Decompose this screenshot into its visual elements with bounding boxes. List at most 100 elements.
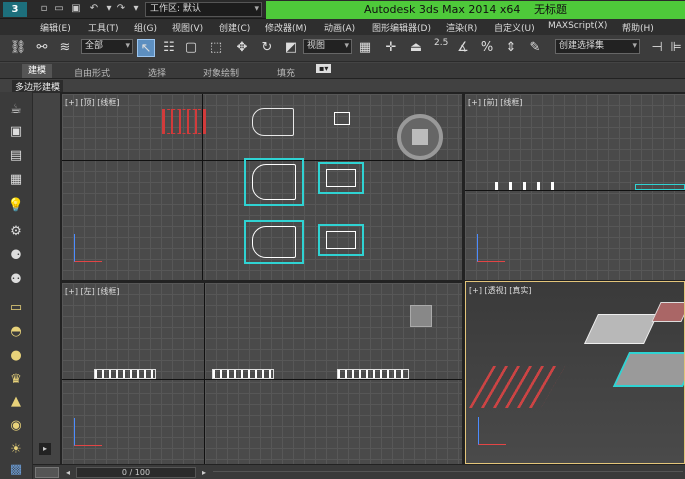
redo-icon[interactable]: ↷ xyxy=(115,3,127,15)
small-box-object[interactable] xyxy=(334,112,350,125)
render-setup-icon[interactable]: ⚈ xyxy=(7,248,25,264)
snap-value[interactable]: 2.5 xyxy=(434,38,448,48)
torus-primitive-icon[interactable]: ◉ xyxy=(7,418,25,434)
edit-named-selection-icon[interactable]: ✎ xyxy=(526,39,544,57)
next-frame-icon[interactable]: ▸ xyxy=(199,467,209,478)
camera-icon[interactable]: ⚙ xyxy=(7,224,25,240)
teapot-icon[interactable]: ☕ xyxy=(7,102,25,118)
floor-plan-object[interactable] xyxy=(252,108,294,136)
tab-selection[interactable]: 选择 xyxy=(148,66,166,79)
viewcube-icon[interactable] xyxy=(397,114,443,160)
menu-tools[interactable]: 工具(T) xyxy=(88,21,119,34)
columns-object[interactable] xyxy=(495,182,565,190)
cone-primitive-icon[interactable]: ▲ xyxy=(7,394,25,410)
selection-filter-select[interactable]: 全部 ▾ xyxy=(81,39,133,54)
viewport-label[interactable]: [+] [透视] [真实] xyxy=(469,285,532,296)
red-columns-object[interactable] xyxy=(468,366,566,408)
mirror-icon[interactable]: ⊣ xyxy=(648,39,666,57)
menu-rendering[interactable]: 渲染(R) xyxy=(446,21,477,34)
window-crossing-icon[interactable]: ⬚ xyxy=(207,39,225,57)
percent-snap-icon[interactable]: % xyxy=(478,39,496,57)
selected-floor-plan[interactable] xyxy=(244,158,304,206)
viewport-left[interactable]: [+] [左] [线框] xyxy=(62,283,462,464)
pivot-center-icon[interactable]: ▦ xyxy=(356,39,374,57)
workspace-select[interactable]: 工作区: 默认 ▾ xyxy=(145,2,262,17)
viewport-top[interactable]: [+] [顶] [线框] xyxy=(62,94,462,280)
hedra-primitive-icon[interactable]: ♛ xyxy=(7,372,25,388)
box-primitive-icon[interactable]: ▭ xyxy=(7,300,25,316)
angle-snap-icon[interactable]: ∡ xyxy=(454,39,472,57)
selected-building-model[interactable] xyxy=(612,352,684,387)
time-slider[interactable]: 0 / 100 xyxy=(76,467,196,478)
select-and-manipulate-icon[interactable]: ✛ xyxy=(382,39,400,57)
menu-create[interactable]: 创建(C) xyxy=(219,21,250,34)
building-model-object[interactable] xyxy=(584,314,658,344)
mini-curve-editor-toggle[interactable] xyxy=(35,467,59,478)
menu-customize[interactable]: 自定义(U) xyxy=(494,21,535,34)
keyboard-shortcut-toggle-icon[interactable]: ⏏ xyxy=(407,39,425,57)
light-icon[interactable]: 💡 xyxy=(7,198,25,214)
material-editor-icon[interactable]: ▤ xyxy=(7,148,25,164)
rectangular-selection-icon[interactable]: ▢ xyxy=(182,39,200,57)
undo-icon[interactable]: ↶ xyxy=(88,3,100,15)
render-production-icon[interactable]: ⚉ xyxy=(7,272,25,288)
menu-graph-editors[interactable]: 图形编辑器(D) xyxy=(372,21,431,34)
select-by-name-icon[interactable]: ☷ xyxy=(160,39,178,57)
sun-icon[interactable]: ☀ xyxy=(7,442,25,458)
prev-frame-icon[interactable]: ◂ xyxy=(63,467,73,478)
box-outline xyxy=(326,169,356,187)
grid-plane-icon[interactable]: ▩ xyxy=(7,462,25,478)
viewcube-icon[interactable] xyxy=(410,305,432,327)
sphere-primitive-icon[interactable]: ● xyxy=(7,348,25,364)
select-and-move-icon[interactable]: ✥ xyxy=(233,39,251,57)
select-object-icon[interactable]: ↖ xyxy=(137,39,155,57)
spinner-snap-icon[interactable]: ⇕ xyxy=(502,39,520,57)
tab-populate[interactable]: 填充 xyxy=(277,66,295,79)
menu-maxscript[interactable]: MAXScript(X) xyxy=(548,21,607,31)
building-elevation-object[interactable] xyxy=(212,369,274,379)
dome-primitive-icon[interactable]: ◓ xyxy=(7,324,25,340)
select-link-icon[interactable]: ⛓ xyxy=(9,39,27,57)
reference-coordinate-select[interactable]: 视图 ▾ xyxy=(303,39,352,54)
render-frame-icon[interactable]: ▣ xyxy=(7,124,25,140)
menu-group[interactable]: 组(G) xyxy=(134,21,157,34)
building-elevation-object[interactable] xyxy=(337,369,409,379)
axis-tripod-icon xyxy=(74,418,102,446)
tab-modeling[interactable]: 建模 xyxy=(22,64,53,78)
unlink-icon[interactable]: ⚯ xyxy=(33,39,51,57)
tab-object-paint[interactable]: 对象绘制 xyxy=(203,66,239,79)
selected-box-object[interactable] xyxy=(318,224,364,256)
red-object-group[interactable] xyxy=(162,109,206,134)
new-file-icon[interactable]: ▫ xyxy=(38,3,50,15)
undo-dropdown-icon[interactable]: ▾ xyxy=(103,3,115,15)
menu-view[interactable]: 视图(V) xyxy=(172,21,203,34)
menu-animation[interactable]: 动画(A) xyxy=(324,21,355,34)
viewport-front[interactable]: [+] [前] [线框] xyxy=(465,94,685,280)
app-logo-icon[interactable]: 3 xyxy=(3,2,27,17)
menu-help[interactable]: 帮助(H) xyxy=(622,21,654,34)
expand-panel-button[interactable]: ▸ xyxy=(39,443,51,455)
select-and-rotate-icon[interactable]: ↻ xyxy=(258,39,276,57)
building-elevation-object[interactable] xyxy=(94,369,156,379)
redo-dropdown-icon[interactable]: ▾ xyxy=(130,3,142,15)
menu-edit[interactable]: 编辑(E) xyxy=(40,21,71,34)
timeline-track[interactable] xyxy=(213,471,683,472)
selected-box-object[interactable] xyxy=(318,162,364,194)
open-file-icon[interactable]: ▭ xyxy=(53,3,65,15)
select-and-scale-icon[interactable]: ◩ xyxy=(282,39,300,57)
schematic-view-icon[interactable]: ▦ xyxy=(7,172,25,188)
align-icon[interactable]: ⊫ xyxy=(667,39,685,57)
menu-modifiers[interactable]: 修改器(M) xyxy=(265,21,307,34)
viewport-label[interactable]: [+] [顶] [线框] xyxy=(65,97,120,108)
save-file-icon[interactable]: ▣ xyxy=(70,3,82,15)
bind-space-warp-icon[interactable]: ≋ xyxy=(56,39,74,57)
ribbon-options-icon[interactable]: ▪▾ xyxy=(316,64,332,73)
viewport-perspective[interactable]: [+] [透视] [真实] xyxy=(465,281,685,464)
building-model-object[interactable] xyxy=(651,302,684,322)
named-selection-set-select[interactable]: 创建选择集 ▾ xyxy=(555,39,640,54)
viewport-label[interactable]: [+] [前] [线框] xyxy=(468,97,523,108)
selected-object[interactable] xyxy=(635,184,685,190)
viewport-label[interactable]: [+] [左] [线框] xyxy=(65,286,120,297)
selected-floor-plan[interactable] xyxy=(244,220,304,264)
tab-freeform[interactable]: 自由形式 xyxy=(74,66,110,79)
